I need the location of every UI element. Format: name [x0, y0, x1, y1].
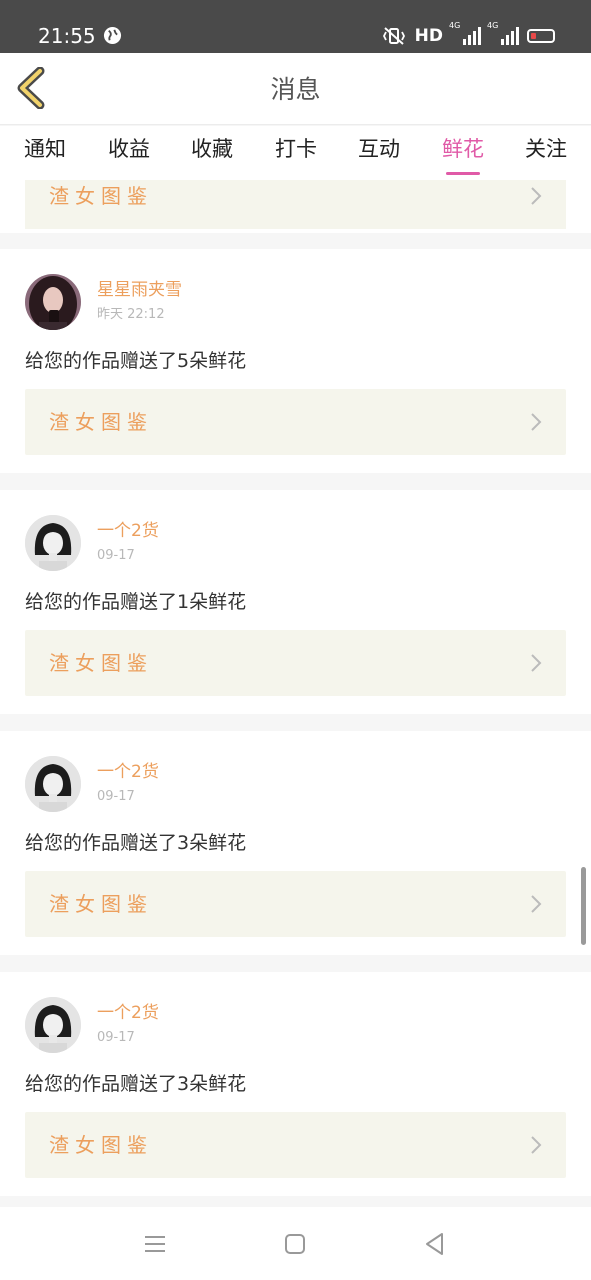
work-link[interactable]: 渣女图鉴: [25, 389, 566, 455]
signal-icon: 4G: [449, 21, 481, 45]
system-nav-bar: [0, 1207, 591, 1280]
chevron-right-icon: [531, 895, 542, 913]
list-item: 星星雨夹雪 昨天 22:12 给您的作品赠送了5朵鲜花 渣女图鉴: [0, 249, 591, 473]
tab-favorites[interactable]: 收藏: [191, 134, 233, 164]
list-item: 一个2货 09-17 给您的作品赠送了1朵鲜花 渣女图鉴: [0, 490, 591, 714]
list-item: 一个2货 09-17 给您的作品赠送了3朵鲜花 渣女图鉴: [0, 972, 591, 1196]
home-icon[interactable]: [282, 1231, 308, 1257]
timestamp: 09-17: [97, 789, 135, 804]
app-header: 消息: [0, 53, 591, 125]
avatar[interactable]: [25, 756, 81, 812]
grayscale-girl-avatar-icon: [25, 515, 81, 571]
tab-interaction[interactable]: 互动: [358, 134, 400, 164]
tab-follow[interactable]: 关注: [525, 134, 567, 164]
message-text: 给您的作品赠送了3朵鲜花: [25, 832, 247, 854]
vibrate-mute-icon: [382, 27, 405, 45]
message-list: 渣女图鉴 星星雨夹雪 昨天 22:12 给您的作品赠送了5朵鲜花 渣女图鉴 一个…: [0, 180, 591, 1207]
work-title: 渣女图鉴: [49, 892, 153, 916]
avatar[interactable]: [25, 515, 81, 571]
work-link[interactable]: 渣女图鉴: [25, 871, 566, 937]
status-time: 21:55: [38, 24, 96, 48]
tab-checkin[interactable]: 打卡: [275, 134, 317, 164]
list-item: 一个2货 09-17 给您的作品赠送了3朵鲜花 渣女图鉴: [0, 731, 591, 955]
page-title: 消息: [270, 75, 321, 104]
list-item: 渣女图鉴: [0, 180, 591, 233]
girl-dark-hair-avatar-icon: [25, 274, 81, 330]
work-title: 渣女图鉴: [49, 1133, 153, 1157]
back-triangle-icon[interactable]: [422, 1231, 448, 1257]
hd-label: HD: [414, 26, 443, 46]
username[interactable]: 一个2货: [97, 520, 159, 542]
work-title: 渣女图鉴: [49, 184, 153, 208]
message-text: 给您的作品赠送了3朵鲜花: [25, 1073, 247, 1095]
status-bar: 21:55 HD 4G 4G: [0, 0, 591, 53]
work-link[interactable]: 渣女图鉴: [25, 1112, 566, 1178]
username[interactable]: 星星雨夹雪: [97, 279, 182, 301]
active-tab-indicator: [446, 172, 480, 175]
username[interactable]: 一个2货: [97, 761, 159, 783]
grayscale-girl-avatar-icon: [25, 997, 81, 1053]
screen: 21:55 HD 4G 4G 消息 通知 收益 收藏 打卡 互动 鲜花 关注 渣…: [0, 0, 591, 1280]
system-icons: HD 4G 4G: [381, 21, 555, 48]
tab-earnings[interactable]: 收益: [108, 134, 150, 164]
avatar[interactable]: [25, 997, 81, 1053]
username[interactable]: 一个2货: [97, 1002, 159, 1024]
work-link[interactable]: 渣女图鉴: [25, 630, 566, 696]
avatar[interactable]: [25, 274, 81, 330]
battery-icon: [527, 29, 555, 43]
work-link[interactable]: 渣女图鉴: [25, 180, 566, 229]
work-title: 渣女图鉴: [49, 651, 153, 675]
chevron-right-icon: [531, 654, 542, 672]
chevron-right-icon: [531, 413, 542, 431]
timestamp: 09-17: [97, 548, 135, 563]
timestamp: 昨天 22:12: [97, 307, 165, 322]
chevron-right-icon: [531, 1136, 542, 1154]
menu-icon[interactable]: [142, 1231, 168, 1257]
tab-flowers[interactable]: 鲜花: [442, 134, 484, 175]
signal-icon: 4G: [487, 21, 519, 45]
message-text: 给您的作品赠送了1朵鲜花: [25, 591, 247, 613]
timestamp: 09-17: [97, 1030, 135, 1045]
scrollbar[interactable]: [581, 867, 586, 945]
tab-notice[interactable]: 通知: [24, 134, 66, 164]
grayscale-girl-avatar-icon: [25, 756, 81, 812]
work-title: 渣女图鉴: [49, 410, 153, 434]
chevron-right-icon: [531, 187, 542, 205]
message-text: 给您的作品赠送了5朵鲜花: [25, 350, 247, 372]
globe-icon: [103, 26, 122, 45]
tab-bar: 通知 收益 收藏 打卡 互动 鲜花 关注: [0, 126, 591, 180]
